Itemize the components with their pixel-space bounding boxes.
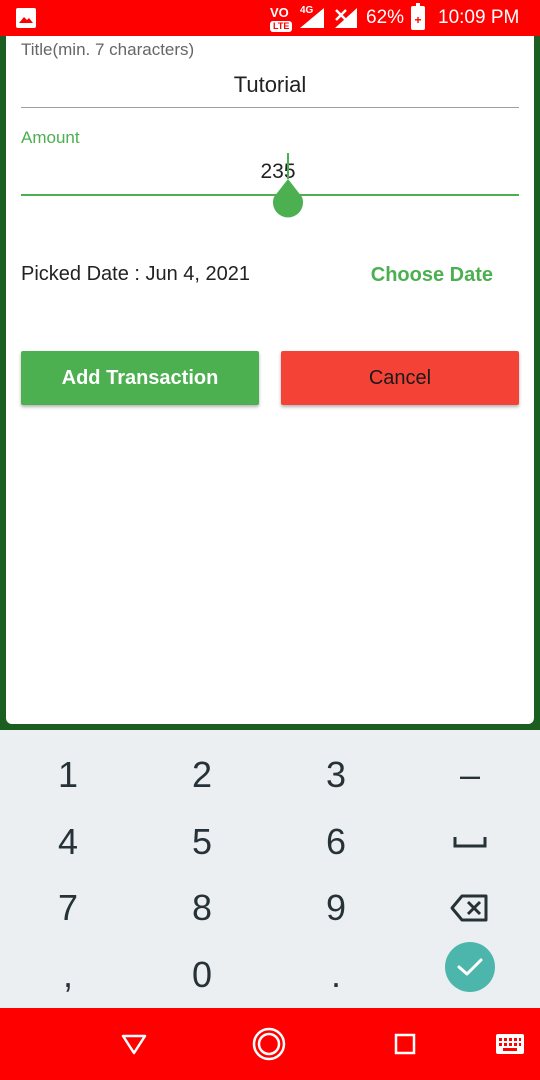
title-input[interactable] [21, 62, 519, 108]
keyboard-icon [496, 1034, 524, 1054]
choose-date-button[interactable]: Choose Date [359, 257, 499, 293]
status-bar: VO LTE 4G 62% + 10:09 PM [0, 0, 540, 36]
add-transaction-sheet: Title(min. 7 characters) Amount Picked D… [6, 36, 534, 724]
key-9[interactable]: 9 [271, 875, 401, 941]
space-icon [453, 837, 487, 848]
numeric-keyboard: 1 2 3 – 4 5 6 7 8 9 , 0 . [0, 730, 540, 1008]
battery-percent: 62% [366, 7, 405, 28]
key-3[interactable]: 3 [271, 742, 401, 808]
volte-icon: VO LTE [268, 2, 298, 34]
navigation-bar [0, 1008, 540, 1080]
clock: 10:09 PM [438, 7, 520, 28]
title-field-label: Title(min. 7 characters) [21, 40, 195, 59]
key-7[interactable]: 7 [3, 875, 133, 941]
text-cursor-handle-icon[interactable] [272, 179, 304, 219]
battery-charging-icon: + [411, 3, 425, 30]
home-circle-icon [252, 1027, 286, 1061]
text-cursor [287, 153, 289, 179]
keyboard-switch-button[interactable] [490, 1026, 530, 1062]
lte-label: LTE [270, 21, 293, 32]
back-triangle-icon [121, 1034, 147, 1055]
amount-input[interactable] [21, 150, 519, 196]
key-6[interactable]: 6 [271, 809, 401, 875]
key-minus[interactable]: – [405, 742, 535, 808]
cancel-button[interactable]: Cancel [281, 351, 519, 405]
backspace-icon [450, 894, 488, 922]
recents-button[interactable] [385, 1026, 425, 1062]
key-comma[interactable]: , [3, 942, 133, 1008]
key-1[interactable]: 1 [3, 742, 133, 808]
recents-square-icon [394, 1033, 416, 1055]
signal-no-service-icon [335, 8, 357, 28]
picked-date-text: Picked Date : Jun 4, 2021 [21, 263, 251, 285]
key-5[interactable]: 5 [137, 809, 267, 875]
key-2[interactable]: 2 [137, 742, 267, 808]
volte-label: VO [270, 5, 289, 20]
signal-icon [300, 8, 324, 28]
back-button[interactable] [114, 1026, 154, 1062]
key-4[interactable]: 4 [3, 809, 133, 875]
key-0[interactable]: 0 [137, 942, 267, 1008]
key-backspace[interactable] [405, 875, 535, 941]
check-icon [457, 958, 483, 976]
key-space[interactable] [405, 809, 535, 875]
amount-field-label: Amount [21, 128, 80, 147]
key-period[interactable]: . [271, 942, 401, 1008]
home-button[interactable] [249, 1026, 289, 1062]
enter-key[interactable] [445, 942, 495, 992]
gallery-notification-icon [16, 8, 36, 28]
add-transaction-button[interactable]: Add Transaction [21, 351, 259, 405]
key-8[interactable]: 8 [137, 875, 267, 941]
